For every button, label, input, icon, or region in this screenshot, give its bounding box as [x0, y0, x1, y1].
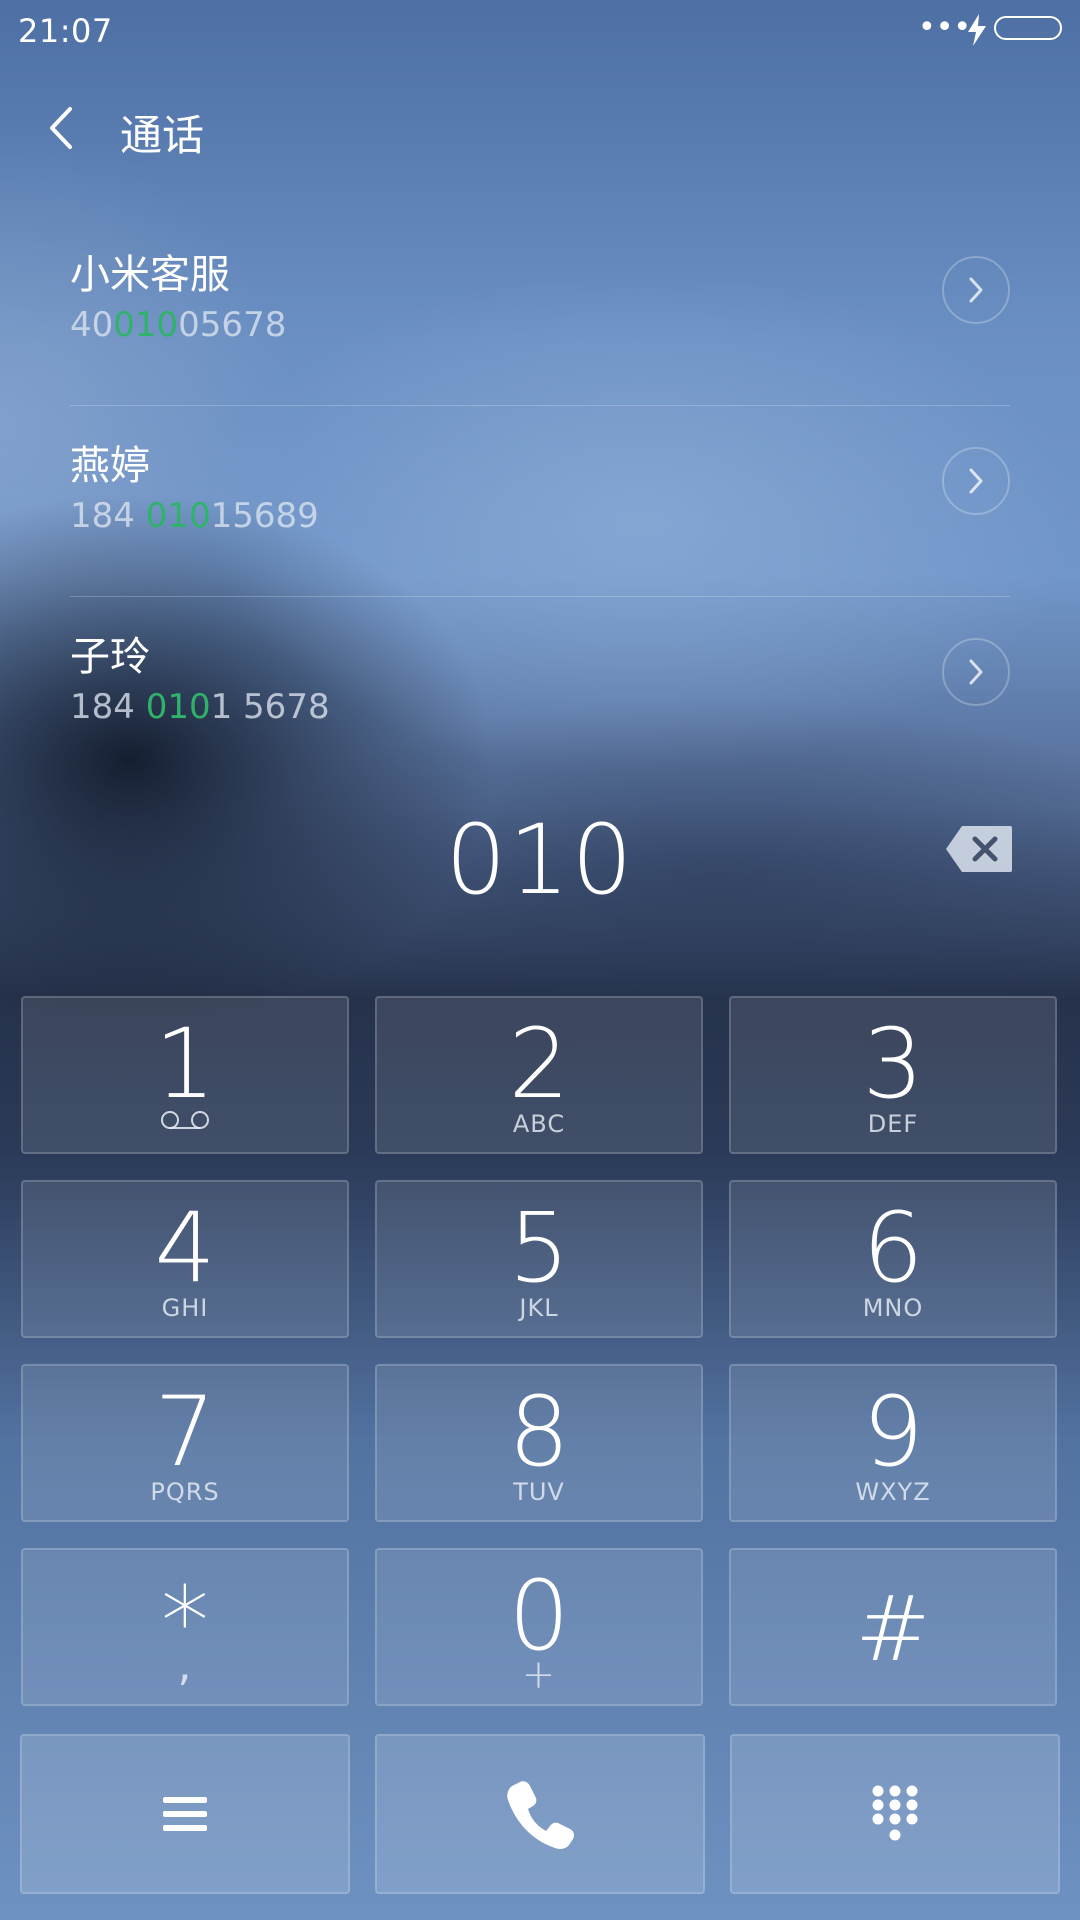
contact-name: 子玲: [70, 634, 150, 680]
key-digit: 0: [508, 1560, 570, 1672]
header: 通话: [0, 88, 1080, 168]
key-letters: PQRS: [150, 1478, 220, 1506]
lightning-icon: [968, 14, 986, 46]
key-digit: 3: [862, 1008, 924, 1120]
chevron-right-icon: [969, 468, 983, 494]
key-0[interactable]: 0 +: [375, 1548, 703, 1706]
more-notifications-icon: •••: [918, 10, 972, 45]
contact-row[interactable]: 燕婷 184 01015689: [70, 406, 1010, 597]
key-letters: TUV: [513, 1478, 565, 1506]
battery-icon: [994, 16, 1062, 40]
key-letters: ,: [177, 1640, 193, 1691]
status-bar: 21:07 •••: [0, 0, 1080, 60]
menu-button[interactable]: [20, 1734, 350, 1894]
number-match-highlight: 010: [145, 496, 211, 536]
phone-icon: [507, 1781, 574, 1849]
number-match-highlight: 010: [145, 687, 211, 727]
contact-suggestion-list: 小米客服 4001005678 燕婷 184 01015689 子玲 184 0…: [0, 215, 1080, 787]
key-1[interactable]: 1: [21, 996, 349, 1154]
key-digit: 2: [508, 1008, 570, 1120]
dialpad-toggle-button[interactable]: [730, 1734, 1060, 1894]
key-letters: GHI: [161, 1294, 209, 1322]
chevron-right-icon: [969, 277, 983, 303]
contact-number: 184 0101 5678: [70, 687, 330, 727]
key-digit: 8: [508, 1376, 570, 1488]
contact-row[interactable]: 子玲 184 0101 5678: [70, 597, 1010, 787]
key-digit: 6: [862, 1192, 924, 1304]
contact-name: 燕婷: [70, 443, 150, 489]
contact-number: 184 01015689: [70, 496, 319, 536]
key-3[interactable]: 3 DEF: [729, 996, 1057, 1154]
key-digit: #: [855, 1577, 931, 1682]
contact-number: 4001005678: [70, 305, 287, 345]
key-digit: 4: [154, 1192, 216, 1304]
contact-row[interactable]: 小米客服 4001005678: [70, 215, 1010, 406]
dialed-number: 010: [445, 804, 635, 916]
key-letters: WXYZ: [855, 1478, 931, 1506]
key-star[interactable]: * ,: [21, 1548, 349, 1706]
key-4[interactable]: 4 GHI: [21, 1180, 349, 1338]
key-8[interactable]: 8 TUV: [375, 1364, 703, 1522]
key-letters: ABC: [512, 1110, 566, 1138]
contact-name: 小米客服: [70, 252, 230, 298]
key-digit: 1: [154, 1008, 216, 1120]
key-letters: MNO: [862, 1294, 924, 1322]
chevron-left-icon: [50, 107, 72, 149]
back-button[interactable]: [36, 96, 86, 160]
key-digit: 9: [862, 1376, 924, 1488]
status-time: 21:07: [18, 12, 113, 50]
menu-icon: [163, 1797, 207, 1831]
key-letters: JKL: [519, 1294, 559, 1322]
key-2[interactable]: 2 ABC: [375, 996, 703, 1154]
key-hash[interactable]: #: [729, 1548, 1057, 1706]
contact-detail-button[interactable]: [942, 638, 1010, 706]
page-title: 通话: [120, 111, 205, 160]
contact-detail-button[interactable]: [942, 447, 1010, 515]
key-letters: DEF: [867, 1110, 919, 1138]
call-button[interactable]: [375, 1734, 705, 1894]
voicemail-icon: [23, 1110, 347, 1134]
key-6[interactable]: 6 MNO: [729, 1180, 1057, 1338]
dialpad-icon: [872, 1785, 918, 1841]
contact-detail-button[interactable]: [942, 256, 1010, 324]
key-5[interactable]: 5 JKL: [375, 1180, 703, 1338]
key-7[interactable]: 7 PQRS: [21, 1364, 349, 1522]
number-match-highlight: 010: [113, 305, 179, 345]
key-9[interactable]: 9 WXYZ: [729, 1364, 1057, 1522]
key-digit: 7: [154, 1376, 216, 1488]
key-letters: +: [521, 1652, 557, 1698]
chevron-right-icon: [969, 659, 983, 685]
dial-display: 010: [0, 800, 1080, 916]
key-digit: 5: [508, 1192, 570, 1304]
backspace-icon[interactable]: [944, 824, 1014, 874]
